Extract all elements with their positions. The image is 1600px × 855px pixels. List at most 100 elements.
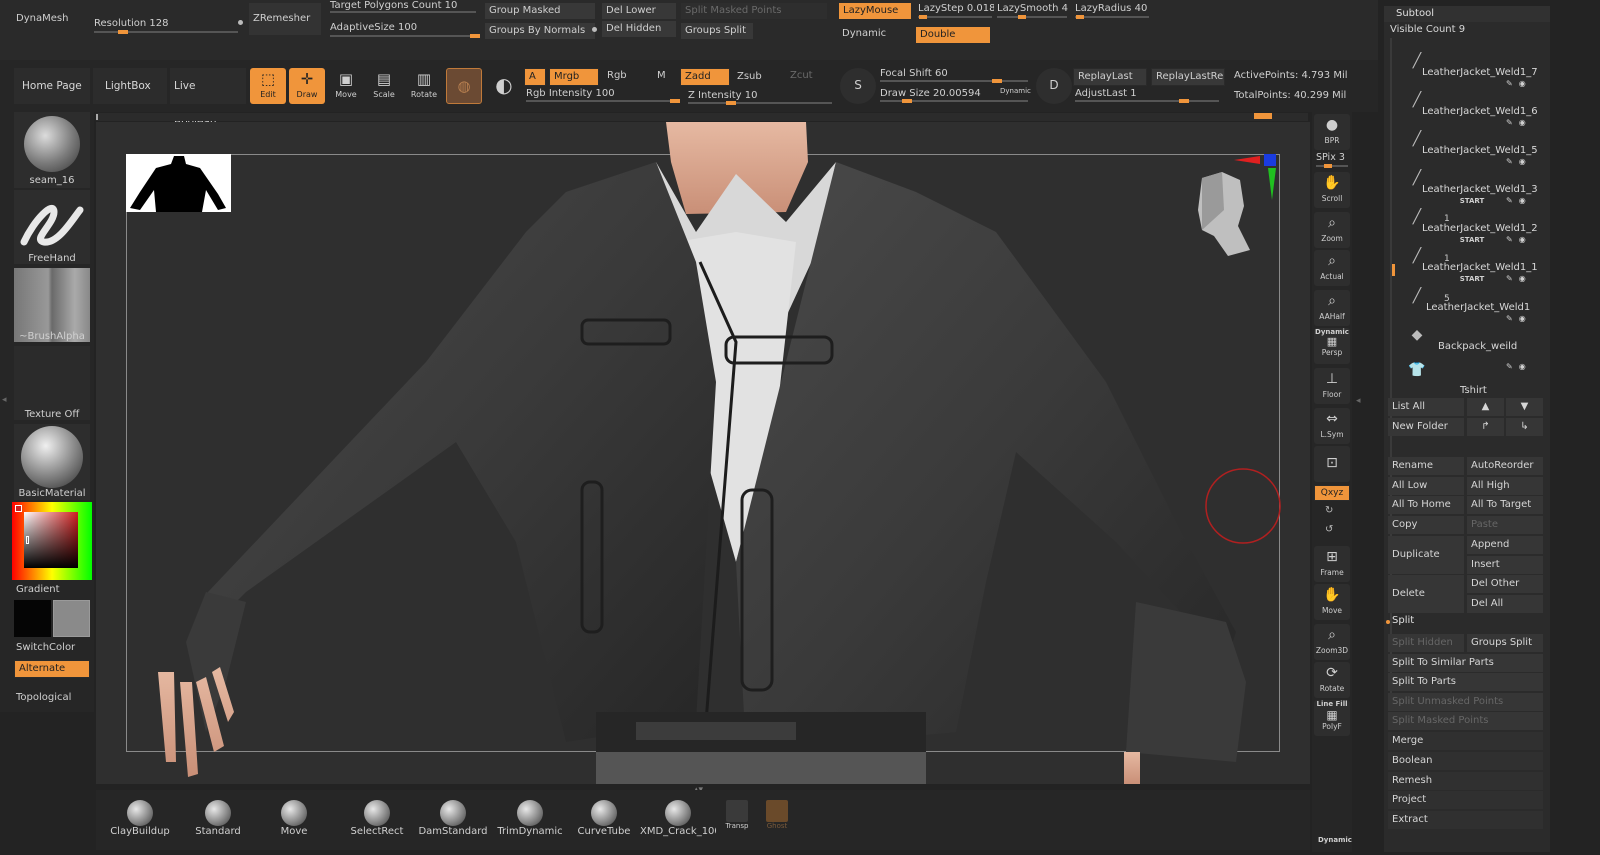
list-all-button[interactable]: List All xyxy=(1388,398,1464,416)
new-folder-button[interactable]: New Folder xyxy=(1388,418,1464,436)
del-all-button[interactable]: Del All xyxy=(1467,595,1543,613)
lock-button[interactable]: ⊡ xyxy=(1314,446,1350,482)
brush-shelf-item[interactable]: CurveTube xyxy=(572,800,636,837)
lightbox-tab[interactable]: LightBox xyxy=(93,68,167,104)
merge-section[interactable]: Merge xyxy=(1388,732,1543,750)
append-button[interactable]: Append xyxy=(1467,536,1543,554)
brush-shelf-item[interactable]: Move xyxy=(262,800,326,837)
all-to-target-button[interactable]: All To Target xyxy=(1467,496,1543,514)
actual-button[interactable]: ⌕ Actual xyxy=(1314,250,1350,286)
subtool-item[interactable]: 👕 Tshirt xyxy=(1396,351,1546,396)
scale-button[interactable]: ▤ Scale xyxy=(366,68,402,104)
groups-by-normals-dot[interactable] xyxy=(592,27,597,32)
split-to-parts-button[interactable]: Split To Parts xyxy=(1388,673,1543,691)
all-low-button[interactable]: All Low xyxy=(1388,477,1464,495)
subtool-item[interactable]: ◆ Backpack_weild ✎ ◉ xyxy=(1396,316,1546,371)
topological-button[interactable]: Topological xyxy=(16,692,71,703)
lazystep-slider[interactable]: LazyStep 0.0183 xyxy=(918,3,994,14)
folder-out-arrow-icon[interactable]: ↳ xyxy=(1506,418,1543,436)
auto-reorder-button[interactable]: AutoReorder xyxy=(1467,457,1543,475)
split-hidden-button[interactable]: Split Hidden xyxy=(1388,634,1464,652)
zremesher-button[interactable]: ZRemesher xyxy=(248,2,322,36)
subtool-item[interactable]: ╱ LeatherJacket_Weld1_1 START ✎ ◉ xyxy=(1396,237,1546,283)
color-picker[interactable] xyxy=(12,502,92,580)
del-lower-button[interactable]: Del Lower xyxy=(601,2,677,20)
spix-slider[interactable]: SPix 3 xyxy=(1316,152,1345,163)
edit-button[interactable]: ⬚ Edit xyxy=(250,68,286,104)
home-page-tab[interactable]: Home Page xyxy=(14,68,90,104)
persp-button[interactable]: Dynamic ▦ Persp xyxy=(1314,328,1350,364)
view-rotate-button[interactable]: ⟳ Rotate xyxy=(1314,662,1350,698)
dynamic-d-button[interactable]: D xyxy=(1036,68,1072,104)
frame-button[interactable]: ⊞ Frame xyxy=(1314,546,1350,582)
timeline-strip[interactable] xyxy=(96,113,1308,121)
split-to-similar-parts-button[interactable]: Split To Similar Parts xyxy=(1388,654,1543,672)
switch-color-button[interactable]: SwitchColor xyxy=(16,642,75,653)
gradient-label[interactable]: Gradient xyxy=(16,584,60,595)
rotate-y-icon[interactable]: ↻ xyxy=(1325,505,1333,516)
dynamic-size-toggle[interactable]: Dynamic xyxy=(1000,87,1031,95)
zcut-button[interactable]: Zcut xyxy=(786,68,832,86)
brush-shelf-item[interactable]: TrimDynamic xyxy=(494,800,566,837)
subtool-item[interactable]: ╱ LeatherJacket_Weld1 ✎ ◉ xyxy=(1396,277,1546,323)
lazymouse-button[interactable]: LazyMouse xyxy=(838,2,912,20)
dynamesh-button[interactable]: DynaMesh xyxy=(12,8,86,32)
xyz-button[interactable]: Qxyz xyxy=(1314,485,1350,501)
project-section[interactable]: Project xyxy=(1388,791,1543,809)
insert-button[interactable]: Insert xyxy=(1467,556,1543,574)
main-color-swatch[interactable] xyxy=(14,600,51,637)
rgb-button[interactable]: Rgb xyxy=(603,68,653,86)
zoom3d-button[interactable]: ⌕ Zoom3D xyxy=(1314,624,1350,660)
remesh-section[interactable]: Remesh xyxy=(1388,772,1543,790)
double-button[interactable]: Double xyxy=(915,26,991,44)
duplicate-button[interactable]: Duplicate xyxy=(1388,536,1464,574)
group-masked-button[interactable]: Group Masked xyxy=(484,2,596,20)
m-button[interactable]: M xyxy=(653,68,675,86)
adaptive-size-slider[interactable]: AdaptiveSize 100 xyxy=(330,22,480,38)
split-groups-split-button[interactable]: Groups Split xyxy=(1467,634,1543,652)
brush-shelf-item[interactable]: DamStandard xyxy=(415,800,491,837)
a-button[interactable]: A xyxy=(524,68,546,86)
color-square[interactable] xyxy=(24,512,78,568)
subtool-item[interactable]: ╱ LeatherJacket_Weld1_7 ✎ ◉ xyxy=(1396,42,1546,88)
split-unmasked-points-button[interactable]: Split Unmasked Points xyxy=(1388,693,1543,711)
split-masked-points-button[interactable]: Split Masked Points xyxy=(1388,712,1543,730)
subtool-item[interactable]: ╱ LeatherJacket_Weld1_2 START ✎ ◉ xyxy=(1396,198,1546,244)
brush-shelf-item[interactable]: Transp xyxy=(720,800,754,830)
zsub-button[interactable]: Zsub xyxy=(733,69,783,87)
floor-button[interactable]: ⊥ Floor xyxy=(1314,368,1350,404)
all-high-button[interactable]: All High xyxy=(1467,477,1543,495)
timeline-marker[interactable] xyxy=(1254,113,1272,119)
brush-shelf-item[interactable]: ClayBuildup xyxy=(106,800,174,837)
right-tray-collapse-icon[interactable]: ◂ xyxy=(1356,396,1361,406)
brush-shelf-item[interactable]: XMD_Crack_1003 xyxy=(640,800,716,837)
live-boolean-tab[interactable]: Live Boolean xyxy=(170,68,246,128)
brush-shelf-item[interactable]: SelectRect xyxy=(341,800,413,837)
brush-shelf-item[interactable]: Standard xyxy=(183,800,253,837)
focal-curve-button[interactable]: S xyxy=(840,68,876,104)
viewport[interactable] xyxy=(96,122,1310,784)
focal-shift-slider[interactable]: Focal Shift 60 xyxy=(880,68,1030,83)
material-preview-button[interactable]: ◍ xyxy=(446,68,482,104)
move-down-arrow-icon[interactable]: ▼ xyxy=(1506,398,1543,416)
subtool-item[interactable]: ╱ LeatherJacket_Weld1_3 START ✎ ◉ xyxy=(1396,159,1546,205)
replay-last-rel-button[interactable]: ReplayLastRel xyxy=(1151,68,1225,86)
boolean-section[interactable]: Boolean xyxy=(1388,752,1543,770)
lazysmooth-slider[interactable]: LazySmooth 4 xyxy=(997,3,1069,14)
groups-split-button[interactable]: Groups Split xyxy=(680,22,754,40)
move-up-arrow-icon[interactable]: ▲ xyxy=(1467,398,1504,416)
resolution-dot[interactable] xyxy=(238,20,243,25)
resolution-slider[interactable]: Resolution 128 xyxy=(94,18,244,34)
rename-button[interactable]: Rename xyxy=(1388,457,1464,475)
move-button[interactable]: ▣ Move xyxy=(328,68,364,104)
paste-button[interactable]: Paste xyxy=(1467,516,1543,534)
subtool-item[interactable]: ╱ LeatherJacket_Weld1_5 ✎ ◉ xyxy=(1396,120,1546,166)
subtool-item[interactable]: ╱ LeatherJacket_Weld1_6 ✎ ◉ xyxy=(1396,81,1546,127)
delete-button[interactable]: Delete xyxy=(1388,575,1464,613)
split-masked-points-button[interactable]: Split Masked Points xyxy=(680,2,828,20)
rgb-intensity-slider[interactable]: Rgb Intensity 100 xyxy=(526,88,680,103)
subtool-scroll-thumb[interactable] xyxy=(1392,264,1395,276)
zoom-button[interactable]: ⌕ Zoom xyxy=(1314,212,1350,248)
copy-button[interactable]: Copy xyxy=(1388,516,1464,534)
view-move-button[interactable]: ✋ Move xyxy=(1314,584,1350,620)
